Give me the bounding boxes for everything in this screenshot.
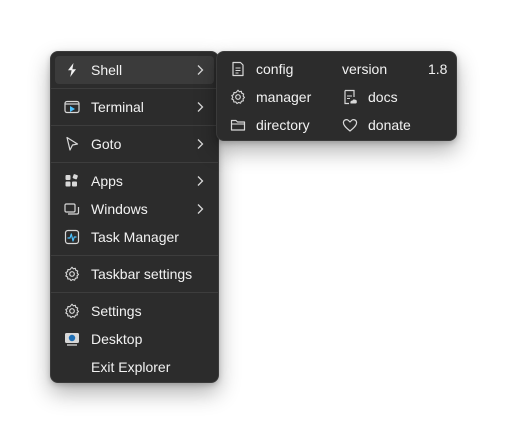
menu-separator bbox=[51, 88, 218, 89]
folder-icon bbox=[230, 117, 246, 133]
config-file-icon bbox=[230, 61, 246, 77]
submenu-item-docs[interactable]: docs bbox=[342, 83, 398, 111]
menu-item-settings[interactable]: Settings bbox=[55, 297, 214, 325]
menu-separator bbox=[51, 292, 218, 293]
menu-item-shell[interactable]: Shell bbox=[55, 56, 214, 84]
context-menu: Shell Terminal Goto Apps Windows Task Ma… bbox=[50, 51, 219, 383]
chevron-right-icon bbox=[192, 99, 208, 115]
menu-item-label: Desktop bbox=[91, 331, 143, 347]
menu-item-apps[interactable]: Apps bbox=[55, 167, 214, 195]
menu-item-taskbar-settings[interactable]: Taskbar settings bbox=[55, 260, 214, 288]
menu-item-task-manager[interactable]: Task Manager bbox=[55, 223, 214, 251]
apps-grid-icon bbox=[64, 173, 80, 189]
task-manager-icon bbox=[64, 229, 80, 245]
docs-cloud-icon bbox=[342, 89, 358, 105]
terminal-icon bbox=[64, 99, 80, 115]
menu-separator bbox=[51, 125, 218, 126]
menu-item-label: Exit Explorer bbox=[91, 359, 171, 375]
gear-icon bbox=[230, 89, 246, 105]
submenu-item-label: docs bbox=[368, 89, 398, 105]
shell-submenu: config version 1.8 manager docs director… bbox=[216, 51, 457, 141]
menu-item-label: Shell bbox=[91, 62, 123, 78]
gear-icon bbox=[64, 303, 80, 319]
menu-item-label: Goto bbox=[91, 136, 122, 152]
submenu-item-label: version bbox=[342, 61, 388, 77]
chevron-right-icon bbox=[192, 173, 208, 189]
heart-icon bbox=[342, 117, 358, 133]
submenu-item-label: manager bbox=[256, 89, 312, 105]
menu-item-label: Settings bbox=[91, 303, 142, 319]
stage: Shell Terminal Goto Apps Windows Task Ma… bbox=[0, 0, 507, 433]
menu-separator bbox=[51, 162, 218, 163]
menu-item-label: Windows bbox=[91, 201, 148, 217]
chevron-right-icon bbox=[192, 201, 208, 217]
submenu-item-label: config bbox=[256, 61, 294, 77]
chevron-right-icon bbox=[192, 136, 208, 152]
menu-item-goto[interactable]: Goto bbox=[55, 130, 214, 158]
menu-item-label: Apps bbox=[91, 173, 123, 189]
menu-item-label: Terminal bbox=[91, 99, 144, 115]
cursor-arrow-icon bbox=[64, 136, 80, 152]
gear-icon bbox=[64, 266, 80, 282]
menu-item-label: Task Manager bbox=[91, 229, 179, 245]
desktop-icon bbox=[64, 331, 80, 347]
submenu-item-label: donate bbox=[368, 117, 411, 133]
menu-separator bbox=[51, 255, 218, 256]
shell-bolt-icon bbox=[64, 62, 80, 78]
submenu-item-config[interactable]: config bbox=[230, 55, 293, 83]
menu-item-windows[interactable]: Windows bbox=[55, 195, 214, 223]
menu-item-exit-explorer[interactable]: Exit Explorer bbox=[55, 353, 214, 381]
empty-icon-slot bbox=[64, 359, 80, 375]
windows-stack-icon bbox=[64, 201, 80, 217]
submenu-item-manager[interactable]: manager bbox=[230, 83, 311, 111]
menu-item-terminal[interactable]: Terminal bbox=[55, 93, 214, 121]
submenu-item-directory[interactable]: directory bbox=[230, 111, 310, 139]
submenu-item-donate[interactable]: donate bbox=[342, 111, 411, 139]
submenu-item-label: directory bbox=[256, 117, 310, 133]
submenu-item-version[interactable]: version bbox=[342, 55, 387, 83]
menu-item-label: Taskbar settings bbox=[91, 266, 193, 282]
chevron-right-icon bbox=[192, 62, 208, 78]
version-number: 1.8 bbox=[428, 61, 448, 77]
menu-item-desktop[interactable]: Desktop bbox=[55, 325, 214, 353]
